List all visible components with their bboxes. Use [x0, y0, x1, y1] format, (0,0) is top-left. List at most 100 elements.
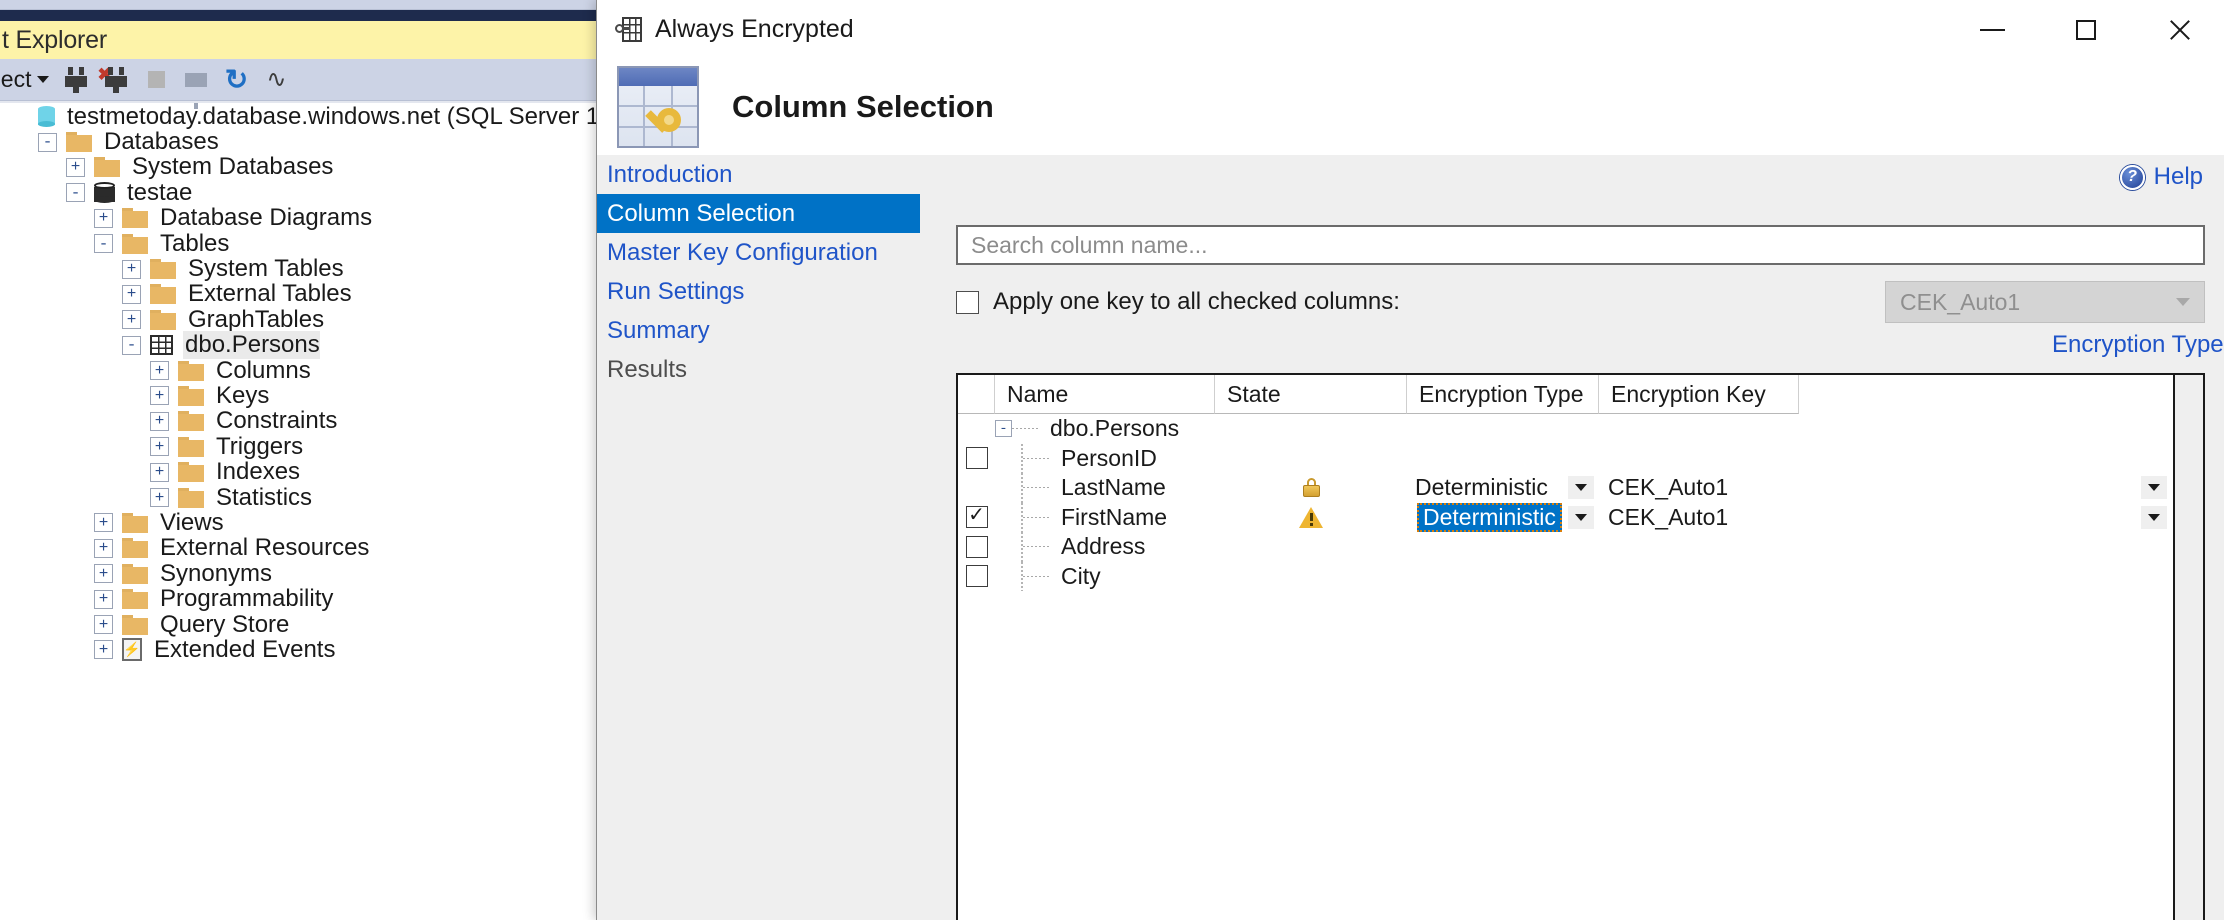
- tree-item[interactable]: + Database Diagrams: [0, 204, 640, 231]
- grid-cell-checkbox[interactable]: [958, 444, 995, 474]
- grid-cell-encryption-key[interactable]: [1600, 414, 2203, 444]
- grid-cell-encryption-key[interactable]: [1600, 562, 2203, 592]
- row-checkbox-unchecked[interactable]: [965, 565, 988, 588]
- row-checkbox-unchecked[interactable]: [965, 447, 988, 470]
- tree-item[interactable]: + System Databases: [0, 153, 640, 180]
- tree-item[interactable]: - dbo.Persons: [0, 331, 640, 360]
- grid-cell-encryption-key[interactable]: CEK_Auto1: [1600, 503, 2203, 533]
- grid-cell-encryption-type[interactable]: [1407, 532, 1600, 562]
- nav-item-introduction[interactable]: Introduction: [597, 155, 920, 194]
- tree-expander[interactable]: +: [94, 564, 113, 584]
- grid-cell-name[interactable]: PersonID: [995, 443, 1215, 473]
- tree-item[interactable]: testmetoday.database.windows.net (SQL Se…: [0, 103, 666, 130]
- row-checkbox-unchecked[interactable]: [965, 535, 988, 558]
- encryption-key-dropdown-button[interactable]: [2141, 505, 2167, 529]
- tree-item[interactable]: + External Tables: [0, 280, 640, 307]
- row-checkbox-checked[interactable]: ✓: [965, 505, 988, 529]
- tree-expander[interactable]: -: [94, 234, 113, 254]
- tree-item[interactable]: + Views: [0, 509, 640, 536]
- connect-button[interactable]: nect: [0, 66, 53, 93]
- grid-cell-encryption-type-value[interactable]: Deterministic: [1415, 474, 1548, 501]
- grid-cell-name[interactable]: LastName: [995, 473, 1215, 503]
- tree-item[interactable]: - Tables: [0, 230, 640, 257]
- tree-item[interactable]: + Query Store: [0, 611, 640, 638]
- grid-scrollbar[interactable]: [2175, 375, 2203, 920]
- group-expander[interactable]: -: [995, 420, 1012, 438]
- encryption-key-dropdown-button[interactable]: [2141, 476, 2167, 499]
- tree-expander[interactable]: +: [150, 386, 169, 406]
- grid-cell-checkbox[interactable]: [958, 532, 995, 562]
- grid-body[interactable]: - dbo.Persons PersonID LastName Deterministi…: [958, 414, 2203, 591]
- tree-expander[interactable]: -: [66, 183, 85, 203]
- grid-cell-name[interactable]: FirstName: [995, 502, 1215, 532]
- grid-header-encryption-type[interactable]: Encryption Type: [1407, 375, 1599, 414]
- nav-item-run-settings[interactable]: Run Settings: [597, 272, 920, 311]
- grid-header-name[interactable]: Name: [995, 375, 1215, 414]
- nav-item-master-key-configuration[interactable]: Master Key Configuration: [597, 233, 920, 272]
- tree-item[interactable]: + Columns: [0, 357, 640, 384]
- encryption-type-help-link[interactable]: Encryption Type i: [2052, 331, 2224, 359]
- disconnect-plug-icon[interactable]: ✖: [97, 63, 133, 97]
- tree-item[interactable]: + Programmability: [0, 585, 640, 612]
- grid-header-encryption-key[interactable]: Encryption Key: [1599, 375, 1799, 414]
- grid-cell-encryption-type[interactable]: Deterministic: [1407, 502, 1600, 533]
- grid-cell-checkbox[interactable]: [958, 562, 995, 592]
- search-column-name-box[interactable]: [956, 225, 2205, 265]
- grid-row[interactable]: - dbo.Persons: [958, 414, 2203, 444]
- tree-expander[interactable]: +: [122, 259, 141, 279]
- grid-header-state[interactable]: State: [1215, 375, 1407, 414]
- tree-item[interactable]: + Triggers: [0, 433, 640, 460]
- tree-item[interactable]: + Keys: [0, 382, 640, 409]
- tree-expander[interactable]: +: [94, 208, 113, 228]
- grid-row[interactable]: PersonID: [958, 443, 2203, 474]
- grid-cell-encryption-key[interactable]: [1600, 532, 2203, 562]
- close-icon[interactable]: [2132, 0, 2224, 59]
- grid-cell-name[interactable]: City: [995, 561, 1215, 591]
- tree-expander[interactable]: +: [66, 157, 85, 177]
- grid-cell-checkbox[interactable]: ✓: [958, 503, 995, 533]
- tree-item[interactable]: + Constraints: [0, 407, 640, 434]
- filter-icon[interactable]: [179, 63, 213, 109]
- grid-cell-encryption-type-value[interactable]: Deterministic: [1417, 502, 1562, 532]
- tree-expander[interactable]: +: [94, 640, 113, 660]
- grid-row[interactable]: ✓ FirstName Deterministic CEK_Auto1: [958, 502, 2203, 533]
- tree-item[interactable]: + ⚡ Extended Events: [0, 636, 640, 663]
- grid-row[interactable]: Address: [958, 532, 2203, 562]
- tree-expander[interactable]: -: [38, 132, 57, 152]
- search-input[interactable]: [969, 230, 2192, 260]
- tree-expander[interactable]: +: [122, 284, 141, 304]
- grid-cell-encryption-key-value[interactable]: CEK_Auto1: [1608, 504, 1728, 531]
- grid-cell-encryption-type[interactable]: [1407, 414, 1600, 444]
- grid-cell-encryption-key[interactable]: CEK_Auto1: [1600, 473, 2203, 503]
- grid-row[interactable]: LastName Deterministic CEK_Auto1: [958, 473, 2203, 503]
- grid-row[interactable]: City: [958, 561, 2203, 592]
- maximize-icon[interactable]: [2039, 0, 2132, 59]
- minimize-icon[interactable]: [1946, 0, 2039, 59]
- grid-cell-encryption-type[interactable]: [1407, 444, 1600, 474]
- tree-item[interactable]: + Statistics: [0, 484, 640, 511]
- tree-expander[interactable]: +: [150, 361, 169, 381]
- tree-item[interactable]: + Indexes: [0, 458, 640, 485]
- tree-item[interactable]: + External Resources: [0, 534, 640, 561]
- help-link[interactable]: ? Help: [2119, 163, 2203, 191]
- column-selection-grid[interactable]: Name State Encryption Type Encryption Ke…: [956, 373, 2205, 920]
- tree-expander[interactable]: +: [150, 411, 169, 431]
- grid-cell-encryption-key-value[interactable]: CEK_Auto1: [1608, 474, 1728, 501]
- grid-cell-name[interactable]: - dbo.Persons: [995, 414, 1215, 444]
- tree-item[interactable]: + Synonyms: [0, 560, 640, 587]
- tree-expander[interactable]: +: [94, 615, 113, 634]
- encryption-type-dropdown-button[interactable]: [1568, 476, 1594, 499]
- tree-item[interactable]: - Databases: [0, 128, 640, 155]
- tree-item[interactable]: - testae: [0, 179, 640, 206]
- tree-expander[interactable]: -: [122, 335, 141, 355]
- tree-expander[interactable]: +: [94, 538, 113, 558]
- nav-item-column-selection[interactable]: Column Selection: [597, 194, 920, 233]
- grid-cell-encryption-key[interactable]: [1600, 444, 2203, 474]
- grid-cell-name[interactable]: Address: [995, 532, 1215, 562]
- tree-item[interactable]: + GraphTables: [0, 306, 640, 333]
- encryption-type-dropdown-button[interactable]: [1568, 505, 1594, 529]
- tree-expander[interactable]: +: [150, 437, 169, 457]
- object-explorer-tree[interactable]: testmetoday.database.windows.net (SQL Se…: [0, 103, 666, 663]
- tree-expander[interactable]: +: [94, 589, 113, 609]
- tree-expander[interactable]: +: [150, 488, 169, 508]
